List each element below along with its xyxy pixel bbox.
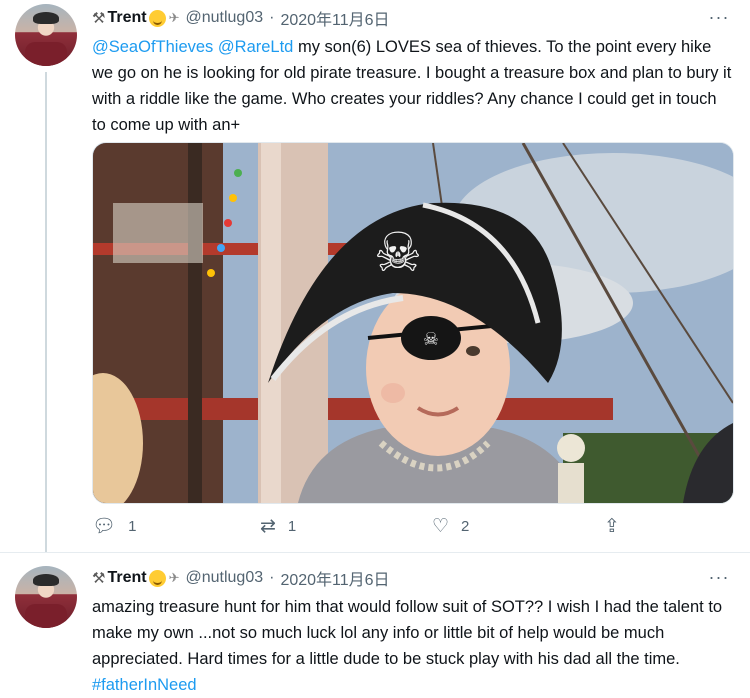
hammer-pick-emoji: ⚒ (92, 10, 106, 27)
more-icon[interactable]: ··· (708, 8, 730, 30)
pirate-photo: ☠ ☠ (93, 143, 733, 503)
wink-face-emoji (148, 569, 166, 587)
like-icon: ♡ (432, 515, 450, 537)
user-handle[interactable]: @nutlug03 (185, 569, 263, 587)
tweet-2[interactable]: ⚒ Trent ✈ @nutlug03 · 2020年11月6日 ··· ama… (0, 552, 750, 698)
like-button[interactable]: ♡ 2 (432, 515, 604, 538)
display-name[interactable]: Trent (107, 9, 146, 27)
tweet-body: amazing treasure hunt for him that would… (92, 598, 723, 668)
reply-button[interactable]: 💬︎ 1 (92, 514, 260, 538)
tweet-date[interactable]: 2020年11月6日 (280, 6, 389, 30)
tweet-text: amazing treasure hunt for him that would… (92, 594, 732, 698)
hashtag-fatherinneed[interactable]: #fatherInNeed (92, 676, 197, 694)
tweet-text: @SeaOfThieves @RareLtd my son(6) LOVES s… (92, 34, 732, 138)
retweet-count: 1 (287, 517, 297, 535)
tweet-header: ⚒ Trent ✈ @nutlug03 · 2020年11月6日 (92, 566, 390, 590)
hammer-pick-emoji: ⚒ (92, 570, 106, 587)
mention-rareltd[interactable]: @RareLtd (218, 38, 293, 56)
share-button[interactable]: ⇪ (604, 515, 632, 538)
svg-text:☠: ☠ (374, 221, 422, 284)
tweet-header: ⚒ Trent ✈ @nutlug03 · 2020年11月6日 (92, 6, 390, 30)
wink-face-emoji (148, 9, 166, 27)
retweet-button[interactable]: ⇄ 1 (260, 515, 432, 538)
avatar[interactable] (15, 4, 77, 66)
reply-count: 1 (128, 517, 137, 535)
share-icon: ⇪ (604, 515, 620, 537)
tweet-photo[interactable]: ☠ ☠ (92, 142, 734, 504)
thread-line (45, 72, 47, 552)
avatar[interactable] (15, 566, 77, 628)
svg-text:☠: ☠ (423, 329, 439, 350)
tweet-date[interactable]: 2020年11月6日 (280, 566, 389, 590)
more-icon[interactable]: ··· (708, 568, 730, 590)
user-handle[interactable]: @nutlug03 (185, 9, 263, 27)
airplane-icon: ✈ (168, 570, 180, 585)
like-count: 2 (461, 517, 470, 535)
display-name[interactable]: Trent (107, 569, 146, 587)
mention-seaofthieves[interactable]: @SeaOfThieves (92, 38, 213, 56)
reply-icon: 💬︎ (92, 516, 117, 537)
separator-dot: · (269, 9, 275, 26)
separator-dot: · (269, 569, 275, 586)
airplane-icon: ✈ (168, 10, 180, 25)
tweet-actions: 💬︎ 1 ⇄ 1 ♡ 2 ⇪ (92, 514, 632, 538)
retweet-icon: ⇄ (260, 515, 276, 537)
tweet-1[interactable]: ⚒ Trent ✈ @nutlug03 · 2020年11月6日 ··· @Se… (0, 0, 750, 552)
